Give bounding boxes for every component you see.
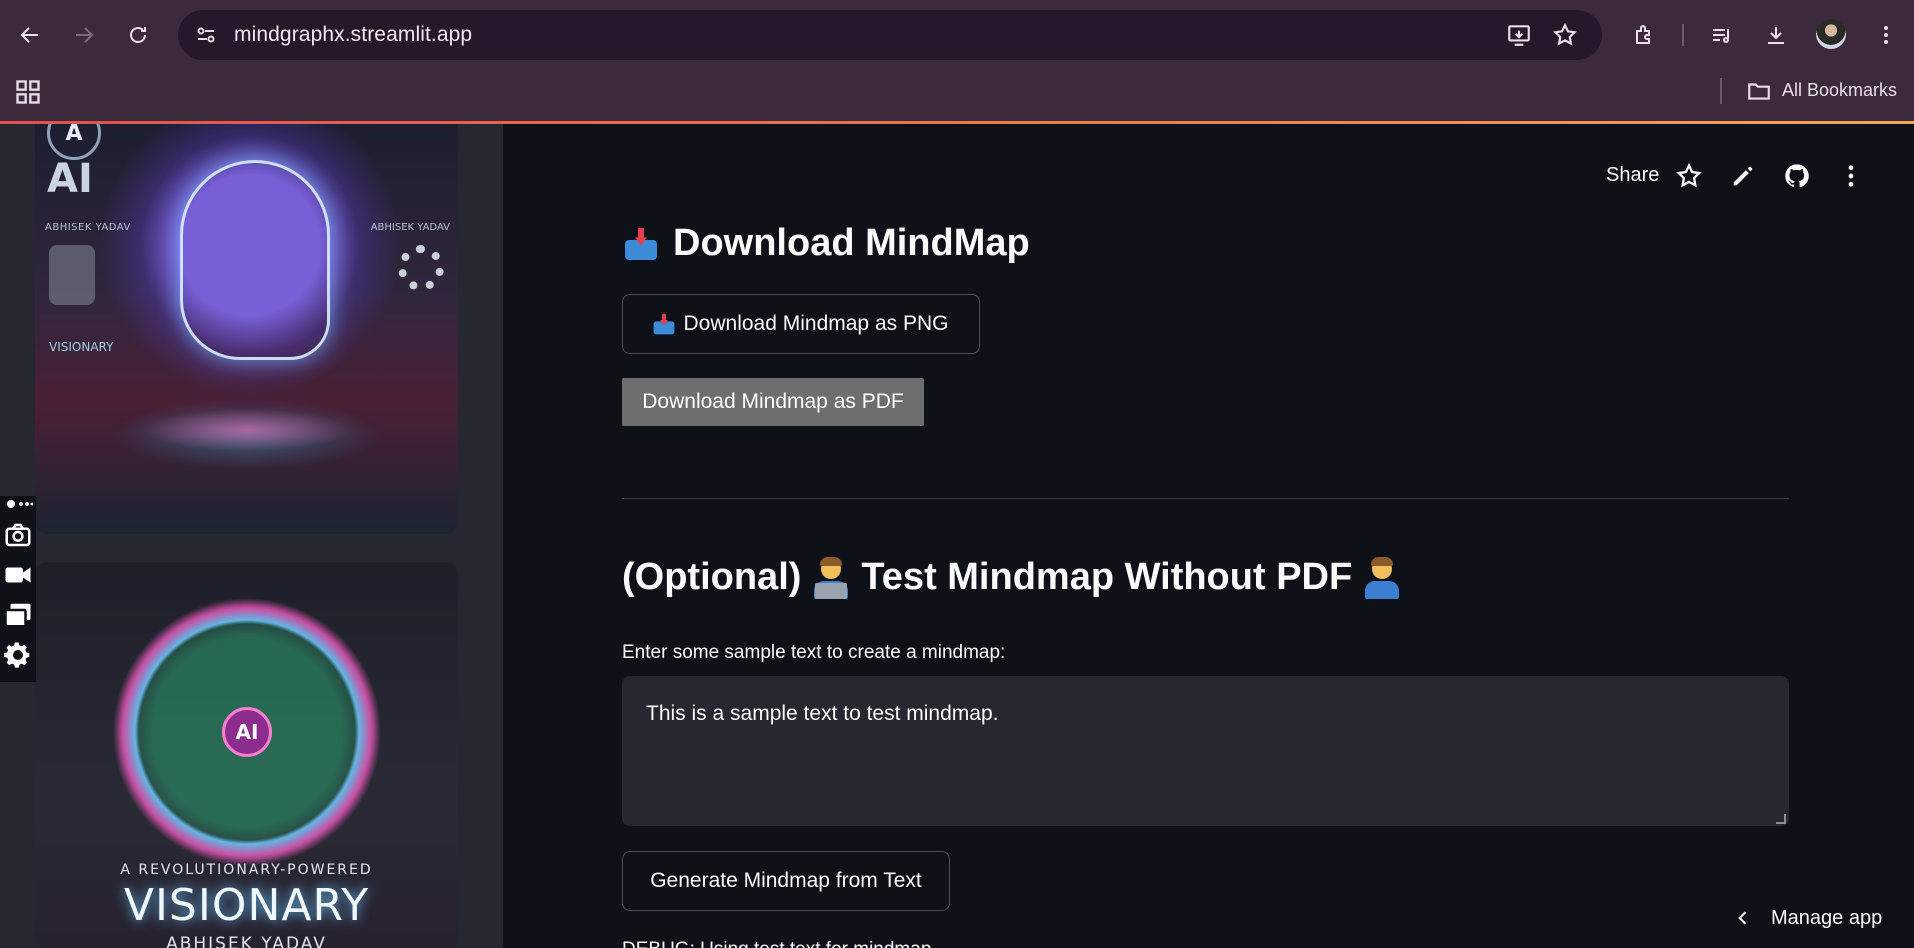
github-icon[interactable] xyxy=(1783,162,1811,190)
cover-ai-badge: AI xyxy=(222,707,272,757)
brain-head-illustration xyxy=(180,160,330,360)
download-pdf-button[interactable]: Download Mindmap as PDF xyxy=(622,378,924,426)
download-png-button[interactable]: Download Mindmap as PNG xyxy=(622,294,980,354)
extensions-icon[interactable] xyxy=(1626,17,1662,53)
sample-text-label: Enter some sample text to create a mindm… xyxy=(622,642,1006,663)
section-title-prefix: (Optional) xyxy=(622,556,802,598)
star-icon[interactable] xyxy=(1552,22,1578,48)
sidebar: A AI ABHISEK YADAV ABHISEK YADAV VISIONA… xyxy=(0,124,503,948)
star-icon[interactable] xyxy=(1675,162,1703,190)
section-title-text: Test Mindmap Without PDF xyxy=(861,556,1353,598)
download-png-label: Download Mindmap as PNG xyxy=(683,312,949,335)
sample-text-input[interactable]: This is a sample text to test mindmap. xyxy=(622,676,1789,826)
page-title: Download MindMap xyxy=(623,222,1030,265)
cover-ai-label: AI xyxy=(47,156,93,202)
main-content: Share Download MindMap Download Mindmap … xyxy=(503,124,1914,948)
address-bar[interactable]: mindgraphx.streamlit.app xyxy=(178,10,1602,60)
menu-icon[interactable] xyxy=(1868,17,1904,53)
inbox-tray-icon xyxy=(623,226,659,262)
manage-app-label: Manage app xyxy=(1771,906,1883,929)
settings-icon[interactable] xyxy=(3,640,33,670)
apps-icon[interactable] xyxy=(14,78,42,106)
chevron-left-icon xyxy=(1738,911,1747,925)
downloads-icon[interactable] xyxy=(1758,17,1794,53)
bookmarks-separator xyxy=(1720,78,1722,104)
page-title-text: Download MindMap xyxy=(673,222,1030,264)
section-title: (Optional) Test Mindmap Without PDF xyxy=(622,556,1402,599)
browser-toolbar: mindgraphx.streamlit.app xyxy=(0,0,1914,70)
cover-author-left: ABHISEK YADAV xyxy=(45,222,131,233)
cover-title: VISIONARY xyxy=(123,880,370,931)
cover-author-right: ABHISEK YADAV xyxy=(370,222,450,233)
screenshots-icon[interactable] xyxy=(3,600,33,630)
cover-badge: A xyxy=(47,124,101,160)
all-bookmarks-link[interactable]: All Bookmarks xyxy=(1782,80,1897,101)
extension-dots-icon[interactable] xyxy=(3,496,33,512)
profile-avatar[interactable] xyxy=(1816,19,1846,49)
technologist-icon xyxy=(811,556,851,599)
install-icon[interactable] xyxy=(1506,22,1532,48)
edit-icon[interactable] xyxy=(1729,162,1757,190)
section-divider xyxy=(622,498,1789,499)
generate-mindmap-button[interactable]: Generate Mindmap from Text xyxy=(622,851,950,911)
person-icon xyxy=(49,245,95,305)
reload-icon[interactable] xyxy=(120,17,156,53)
media-icon[interactable] xyxy=(1704,17,1740,53)
generate-mindmap-label: Generate Mindmap from Text xyxy=(650,869,922,892)
bookmarks-bar: All Bookmarks xyxy=(0,70,1914,122)
back-icon[interactable] xyxy=(12,17,48,53)
camera-icon[interactable] xyxy=(3,520,33,550)
forward-icon[interactable] xyxy=(66,17,102,53)
cover-caption: VISIONARY xyxy=(49,340,114,354)
shrug-icon xyxy=(1362,556,1402,599)
video-icon[interactable] xyxy=(3,560,33,590)
book-cover-image-1: A AI ABHISEK YADAV ABHISEK YADAV VISIONA… xyxy=(35,124,458,534)
textarea-resize-handle[interactable] xyxy=(1776,814,1786,824)
debug-message: DEBUG: Using test text for mindmap xyxy=(622,939,931,948)
manage-app-button[interactable]: Manage app xyxy=(1733,900,1882,936)
site-info-icon[interactable] xyxy=(194,23,218,47)
app-menu-icon[interactable] xyxy=(1837,162,1865,190)
cover-tagline: A REVOLUTIONARY-POWERED xyxy=(120,862,373,878)
gear-icon xyxy=(398,245,444,291)
inbox-tray-icon xyxy=(652,312,675,335)
toolbar-separator xyxy=(1682,24,1684,46)
url-text[interactable]: mindgraphx.streamlit.app xyxy=(234,23,472,47)
book-cover-image-2: AI A REVOLUTIONARY-POWERED VISIONARY ABH… xyxy=(35,562,458,948)
cover-author: ABHISEK YADAV xyxy=(166,934,327,948)
folder-icon[interactable] xyxy=(1746,78,1772,104)
download-pdf-label: Download Mindmap as PDF xyxy=(642,390,904,413)
floating-capture-tools xyxy=(0,496,36,682)
share-button[interactable]: Share xyxy=(1606,164,1659,187)
